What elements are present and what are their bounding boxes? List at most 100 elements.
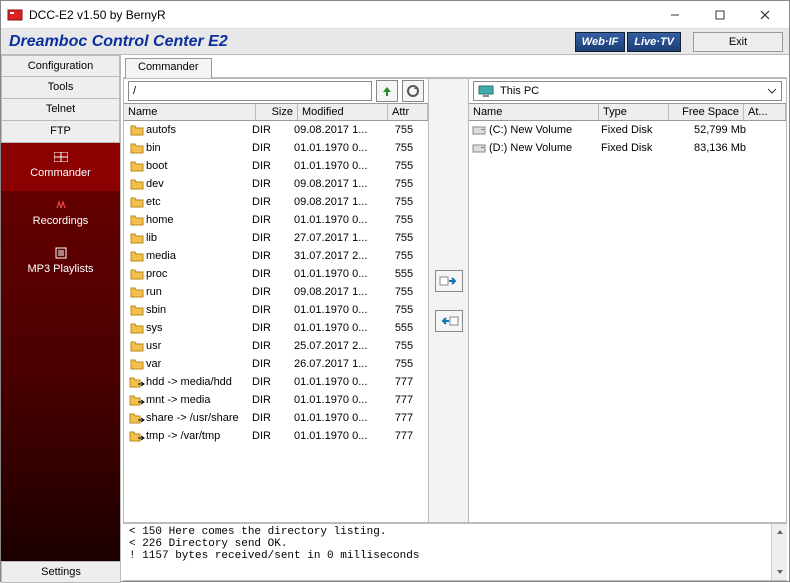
file-attr: 777: [384, 412, 424, 424]
file-attr: 755: [384, 214, 424, 226]
file-modified: 01.01.1970 0...: [294, 394, 384, 406]
file-row[interactable]: etcDIR09.08.2017 1...755: [124, 193, 428, 211]
file-size: DIR: [252, 142, 294, 154]
drive-free: 52,799 Mb: [671, 124, 746, 136]
folder-icon: [128, 160, 146, 172]
folder-link-icon: [128, 430, 146, 442]
tab-commander[interactable]: Commander: [125, 58, 212, 78]
refresh-button[interactable]: [402, 80, 424, 102]
go-up-button[interactable]: [376, 80, 398, 102]
file-modified: 01.01.1970 0...: [294, 304, 384, 316]
file-modified: 01.01.1970 0...: [294, 142, 384, 154]
file-name: home: [146, 214, 252, 226]
sidebar-item-telnet[interactable]: Telnet: [1, 99, 120, 121]
drive-row[interactable]: (D:) New VolumeFixed Disk83,136 Mb: [469, 139, 786, 157]
file-row[interactable]: tmp -> /var/tmpDIR01.01.1970 0...777: [124, 427, 428, 445]
sidebar-item-settings[interactable]: Settings: [1, 561, 120, 583]
exit-button[interactable]: Exit: [693, 32, 783, 52]
file-size: DIR: [252, 430, 294, 442]
col-name[interactable]: Name: [469, 104, 599, 120]
file-row[interactable]: usrDIR25.07.2017 2...755: [124, 337, 428, 355]
file-row[interactable]: binDIR01.01.1970 0...755: [124, 139, 428, 157]
file-attr: 777: [384, 376, 424, 388]
file-size: DIR: [252, 394, 294, 406]
sidebar-item-ftp[interactable]: FTP: [1, 121, 120, 143]
local-drive-list[interactable]: (C:) New VolumeFixed Disk52,799 Mb(D:) N…: [469, 121, 786, 522]
folder-icon: [128, 286, 146, 298]
col-name[interactable]: Name: [124, 104, 256, 120]
file-row[interactable]: sysDIR01.01.1970 0...555: [124, 319, 428, 337]
livetv-button[interactable]: Live·TV: [627, 32, 681, 52]
remote-file-list[interactable]: autofsDIR09.08.2017 1...755binDIR01.01.1…: [124, 121, 428, 522]
sidebar-item-mp3[interactable]: MP3 Playlists: [1, 239, 120, 287]
remote-pane: / Name Size Modified Attr autofsDIR09.08…: [124, 79, 429, 522]
close-button[interactable]: [742, 4, 787, 26]
file-name: proc: [146, 268, 252, 280]
file-row[interactable]: hdd -> media/hddDIR01.01.1970 0...777: [124, 373, 428, 391]
log-scrollbar[interactable]: [771, 524, 787, 580]
file-attr: 755: [384, 250, 424, 262]
drive-name: (D:) New Volume: [489, 142, 601, 154]
chevron-down-icon: [767, 86, 777, 96]
webif-button[interactable]: Web·IF: [575, 32, 625, 52]
file-size: DIR: [252, 376, 294, 388]
file-size: DIR: [252, 412, 294, 424]
sidebar-item-commander[interactable]: Commander: [1, 143, 120, 191]
sidebar-item-configuration[interactable]: Configuration: [1, 55, 120, 77]
maximize-button[interactable]: [697, 4, 742, 26]
drive-row[interactable]: (C:) New VolumeFixed Disk52,799 Mb: [469, 121, 786, 139]
file-row[interactable]: runDIR09.08.2017 1...755: [124, 283, 428, 301]
log-line: < 150 Here comes the directory listing.: [129, 526, 781, 538]
file-row[interactable]: share -> /usr/shareDIR01.01.1970 0...777: [124, 409, 428, 427]
col-at[interactable]: At...: [744, 104, 786, 120]
folder-icon: [128, 358, 146, 370]
folder-icon: [128, 322, 146, 334]
file-name: sbin: [146, 304, 252, 316]
log-line: < 226 Directory send OK.: [129, 538, 781, 550]
file-row[interactable]: autofsDIR09.08.2017 1...755: [124, 121, 428, 139]
remote-path-input[interactable]: /: [128, 81, 372, 101]
sidebar-item-tools[interactable]: Tools: [1, 77, 120, 99]
sidebar-item-recordings[interactable]: Recordings: [1, 191, 120, 239]
file-row[interactable]: libDIR27.07.2017 1...755: [124, 229, 428, 247]
folder-icon: [128, 214, 146, 226]
file-modified: 25.07.2017 2...: [294, 340, 384, 352]
playlist-icon: [1, 245, 120, 261]
file-row[interactable]: mnt -> mediaDIR01.01.1970 0...777: [124, 391, 428, 409]
scroll-down-icon[interactable]: [772, 564, 787, 580]
sidebar-item-label: Recordings: [33, 215, 89, 227]
drive-select[interactable]: This PC: [473, 81, 782, 101]
file-attr: 755: [384, 286, 424, 298]
file-row[interactable]: varDIR26.07.2017 1...755: [124, 355, 428, 373]
file-size: DIR: [252, 286, 294, 298]
file-size: DIR: [252, 268, 294, 280]
file-size: DIR: [252, 196, 294, 208]
file-row[interactable]: devDIR09.08.2017 1...755: [124, 175, 428, 193]
file-row[interactable]: mediaDIR31.07.2017 2...755: [124, 247, 428, 265]
minimize-button[interactable]: [652, 4, 697, 26]
sidebar: Configuration Tools Telnet FTP Commander…: [1, 55, 121, 583]
file-modified: 26.07.2017 1...: [294, 358, 384, 370]
disk-icon: [469, 142, 489, 154]
col-type[interactable]: Type: [599, 104, 669, 120]
file-name: run: [146, 286, 252, 298]
file-row[interactable]: procDIR01.01.1970 0...555: [124, 265, 428, 283]
copy-left-button[interactable]: [435, 310, 463, 332]
file-modified: 01.01.1970 0...: [294, 214, 384, 226]
file-modified: 01.01.1970 0...: [294, 430, 384, 442]
file-modified: 01.01.1970 0...: [294, 412, 384, 424]
folder-icon: [128, 196, 146, 208]
file-row[interactable]: sbinDIR01.01.1970 0...755: [124, 301, 428, 319]
scroll-up-icon[interactable]: [772, 524, 787, 540]
col-free[interactable]: Free Space: [669, 104, 744, 120]
file-name: boot: [146, 160, 252, 172]
content-area: Commander / Name Size Modified Attr auto…: [121, 55, 789, 583]
col-size[interactable]: Size: [256, 104, 298, 120]
file-row[interactable]: bootDIR01.01.1970 0...755: [124, 157, 428, 175]
grid-icon: [1, 149, 120, 165]
file-row[interactable]: homeDIR01.01.1970 0...755: [124, 211, 428, 229]
col-attr[interactable]: Attr: [388, 104, 428, 120]
col-modified[interactable]: Modified: [298, 104, 388, 120]
copy-right-button[interactable]: [435, 270, 463, 292]
file-size: DIR: [252, 160, 294, 172]
